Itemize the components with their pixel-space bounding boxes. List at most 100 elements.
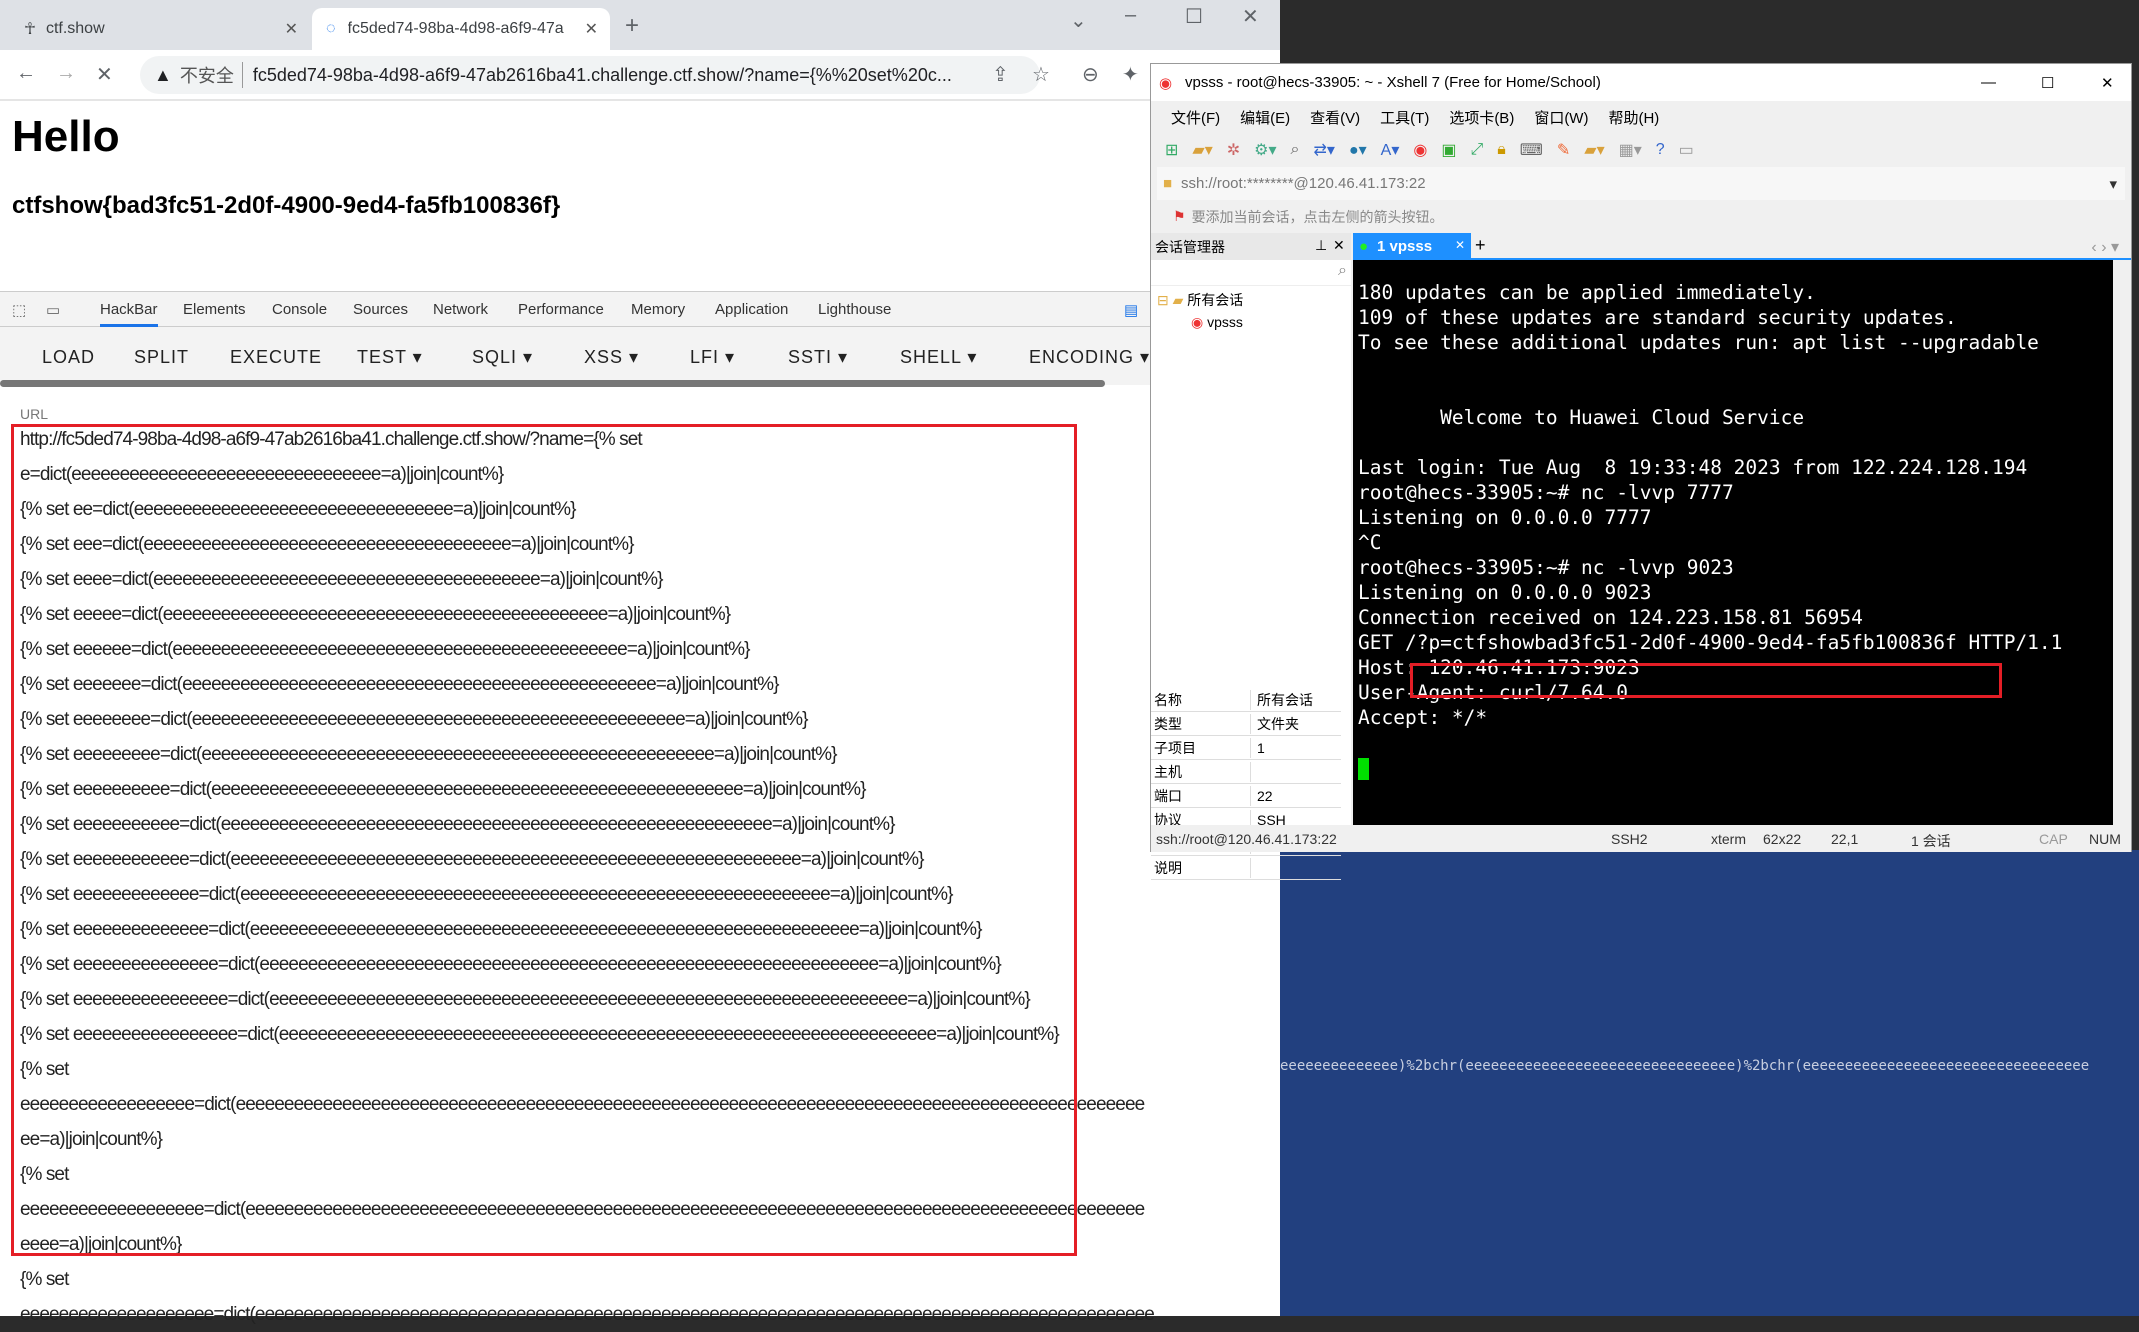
sqli-dropdown[interactable]: SQLI ▾ [472,347,533,368]
layout-icon[interactable]: ▦▾ [1619,140,1642,160]
encoding-dropdown[interactable]: ENCODING ▾ [1029,347,1150,368]
new-tab-button[interactable]: + [625,12,639,40]
load-button[interactable]: LOAD [42,347,95,368]
fullscreen-icon[interactable]: ⤢ [1470,141,1483,159]
add-folder-icon[interactable]: ▰▾ [1584,140,1604,160]
address-bar[interactable]: ▲ 不安全 fc5ded74-98ba-4d98-a6f9-47ab2616ba… [140,56,1040,94]
share-icon[interactable]: ⇪ [992,62,1009,87]
puzzle-icon[interactable]: ✦ [1122,62,1139,87]
xshell-logo-icon: ◉ [1159,74,1173,92]
highlight-icon[interactable]: ✎ [1557,140,1570,160]
tab-search-icon[interactable]: ⌄ [1070,8,1087,33]
session-search-input[interactable]: ⌕ [1151,260,1351,286]
connect-icon[interactable]: ✲ [1227,140,1240,160]
url-line: eeeeeeeeeeeeeeeeeeee=dict(eeeeeeeeeeeeee… [20,1304,1155,1325]
terminal-line: 180 updates can be applied immediately. [1358,281,1816,304]
hackbar-scrollbar[interactable] [0,380,1105,387]
ssti-dropdown[interactable]: SSTI ▾ [788,347,848,368]
tree-item-all-sessions[interactable]: ⊟ ▰ 所有会话 [1151,286,1351,314]
close-tab-icon[interactable]: ✕ [585,19,598,39]
close-window-button[interactable]: ✕ [2101,74,2114,92]
test-dropdown[interactable]: TEST ▾ [357,347,423,368]
lock-icon[interactable]: 🔒︎ [1497,141,1506,159]
execute-button[interactable]: EXECUTE [230,347,322,368]
close-window-button[interactable]: ✕ [1242,4,1259,29]
session-tab-vpsss[interactable]: ● 1 vpsss ✕ [1353,233,1471,260]
pin-icon[interactable]: ⊥ [1315,237,1327,254]
maximize-button[interactable]: ☐ [1185,4,1203,29]
tab-strip: ☥ ctf.show ✕ ◌ fc5ded74-98ba-4d98-a6f9-47a ✕… [0,0,1280,50]
open-folder-icon[interactable]: ▰▾ [1192,140,1212,160]
session-address-bar[interactable]: ■ ssh://root:********@120.46.41.173:22 ▾ [1157,167,2125,200]
xshell-menubar: 文件(F) 编辑(E) 查看(V) 工具(T) 选项卡(B) 窗口(W) 帮助(… [1151,101,2131,133]
help-icon[interactable]: ? [1656,141,1665,159]
new-session-icon[interactable]: ⊞ [1165,140,1178,160]
browser-window: ☥ ctf.show ✕ ◌ fc5ded74-98ba-4d98-a6f9-47a ✕… [0,0,1280,1325]
back-icon[interactable]: ← [16,62,36,85]
menu-tools[interactable]: 工具(T) [1380,107,1429,128]
devtools-tab-application[interactable]: Application [715,301,788,318]
font-icon[interactable]: A▾ [1381,140,1400,160]
device-toolbar-icon[interactable]: ▭ [46,301,60,319]
close-panel-icon[interactable]: ✕ [1333,237,1345,254]
status-dot-icon: ● [1359,238,1369,255]
stop-icon[interactable]: ✕ [96,62,113,87]
bookmark-icon[interactable]: ⚑ [1173,208,1186,225]
menu-window[interactable]: 窗口(W) [1534,107,1588,128]
menu-file[interactable]: 文件(F) [1171,107,1220,128]
highlight-box [11,424,1077,1256]
new-tab-button[interactable]: + [1475,235,1486,256]
flag-text: ctfshow{bad3fc51-2d0f-4900-9ed4-fa5fb100… [12,192,561,219]
devtools-tab-hackbar[interactable]: HackBar [100,301,158,327]
forward-icon[interactable]: → [56,62,76,85]
search-icon[interactable]: ⌕ [1291,141,1300,159]
ctfshow-logo-icon: ☥ [24,21,36,38]
property-name: 端口 [1151,785,1251,806]
hackbar-toolbar: LOAD SPLIT EXECUTE TEST ▾ SQLI ▾ XSS ▾ L… [0,327,1280,385]
properties-icon[interactable]: ⚙▾ [1254,140,1276,160]
bookmark-star-icon[interactable]: ☆ [1032,62,1050,87]
terminal-line: 109 of these updates are standard securi… [1358,306,1957,329]
tab-challenge[interactable]: ◌ fc5ded74-98ba-4d98-a6f9-47a ✕ [312,8,610,50]
issues-icon[interactable]: ▤ [1124,301,1138,319]
tab-ctfshow[interactable]: ☥ ctf.show ✕ [10,8,310,50]
terminal-output[interactable]: 180 updates can be applied immediately. 1… [1353,260,2113,825]
hint-bar: ⚑ 要添加当前会话，点击左侧的箭头按钮。 [1173,208,1444,225]
shell-dropdown[interactable]: SHELL ▾ [900,347,977,368]
minimize-button[interactable]: – [1125,4,1136,27]
devtools-tab-performance[interactable]: Performance [518,301,604,318]
devtools-tab-network[interactable]: Network [433,301,488,318]
xshell-icon[interactable]: ◉ [1413,140,1427,160]
browser-toolbar: ← → ✕ ▲ 不安全 fc5ded74-98ba-4d98-a6f9-47ab… [0,50,1280,101]
menu-view[interactable]: 查看(V) [1310,107,1360,128]
chat-icon[interactable]: ▭ [1679,140,1694,160]
menu-help[interactable]: 帮助(H) [1608,107,1659,128]
lfi-dropdown[interactable]: LFI ▾ [690,347,735,368]
xftp-icon[interactable]: ▣ [1441,140,1456,160]
transfer-icon[interactable]: ⇄▾ [1314,140,1335,160]
tab-nav-icon[interactable]: ‹ › ▾ [2091,237,2119,257]
inspect-icon[interactable]: ⬚ [12,301,26,319]
close-tab-icon[interactable]: ✕ [285,19,298,39]
keyboard-icon[interactable]: ⌨ [1520,140,1543,160]
menu-tabs[interactable]: 选项卡(B) [1449,107,1514,128]
globe-icon[interactable]: ●▾ [1349,140,1367,160]
xshell-titlebar: ◉ vpsss - root@hecs-33905: ~ - Xshell 7 … [1151,64,2131,101]
devtools-tab-console[interactable]: Console [272,301,327,318]
xss-dropdown[interactable]: XSS ▾ [584,347,639,368]
background-window-text: eeeeeeeeeeeeee)%2bchr(eeeeeeeeeeeeeeeeee… [1280,1058,2090,1074]
menu-edit[interactable]: 编辑(E) [1240,107,1290,128]
devtools-tab-memory[interactable]: Memory [631,301,685,318]
property-name: 名称 [1151,689,1251,710]
tree-item-vpsss[interactable]: ◉ vpsss [1151,314,1351,331]
devtools-tab-elements[interactable]: Elements [183,301,246,318]
minimize-button[interactable]: — [1981,74,1996,91]
chevron-down-icon[interactable]: ▾ [2109,175,2117,193]
extension-icon[interactable]: ⊖ [1082,62,1099,87]
devtools-tab-sources[interactable]: Sources [353,301,408,318]
devtools-tab-lighthouse[interactable]: Lighthouse [818,301,891,318]
terminal-line: Listening on 0.0.0.0 7777 [1358,506,1652,529]
maximize-button[interactable]: ☐ [2041,74,2054,92]
split-button[interactable]: SPLIT [134,347,189,368]
close-tab-icon[interactable]: ✕ [1455,238,1465,252]
